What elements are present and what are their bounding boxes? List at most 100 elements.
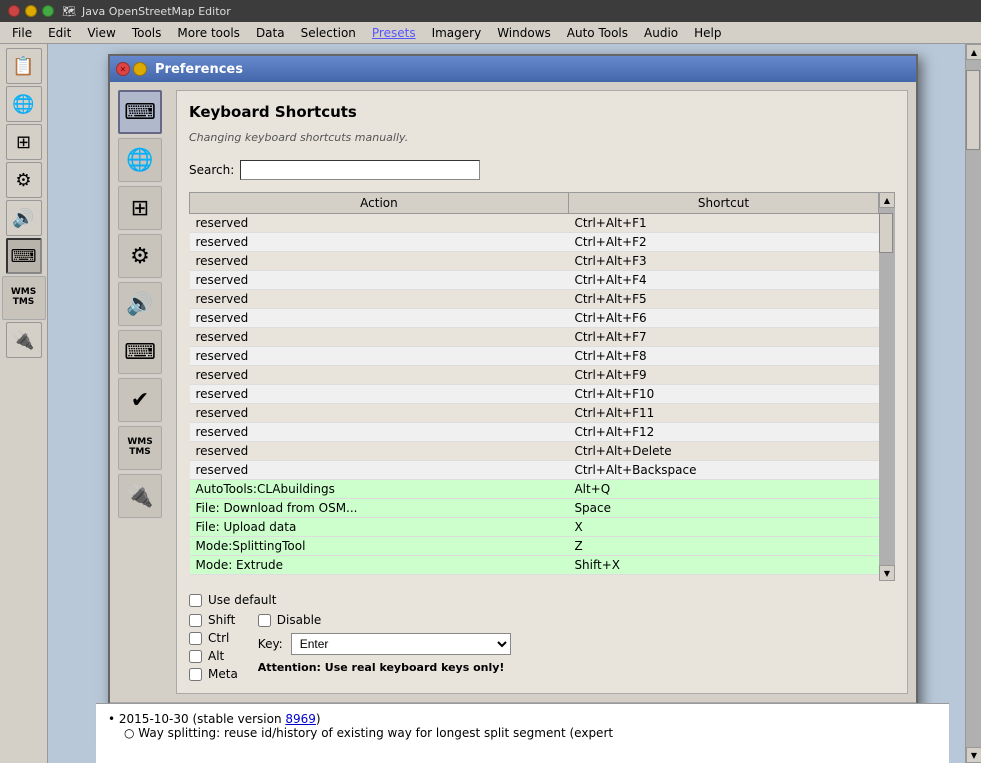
table-row[interactable]: reservedCtrl+Alt+F12 [190,423,879,442]
toolbar-btn-4[interactable]: ⚙ [6,162,42,198]
table-row[interactable]: reservedCtrl+Alt+Delete [190,442,879,461]
search-bar: Search: [189,160,895,180]
content-area: ✕ Preferences ⌨ 🌐 ⊞ ⚙ 🔊 ⌨ ✔ WMSTMS 🔌 [48,44,965,763]
window-close-btn[interactable] [8,5,20,17]
menu-auto-tools[interactable]: Auto Tools [559,24,636,42]
alt-row: Alt [189,649,238,663]
dlg-icon-check[interactable]: ✔ [118,378,162,422]
dlg-icon-wms[interactable]: WMSTMS [118,426,162,470]
action-cell: reserved [190,328,569,347]
table-row[interactable]: reservedCtrl+Alt+F6 [190,309,879,328]
menu-data[interactable]: Data [248,24,293,42]
scroll-thumb[interactable] [966,70,980,150]
table-row[interactable]: Mode:SplittingToolZ [190,537,879,556]
table-row[interactable]: reservedCtrl+Alt+F2 [190,233,879,252]
revision-link[interactable]: 8969 [285,712,316,726]
dlg-icon-plugin[interactable]: 🔌 [118,474,162,518]
shortcut-cell: Space [568,499,878,518]
table-row[interactable]: reservedCtrl+Alt+F10 [190,385,879,404]
table-row[interactable]: reservedCtrl+Alt+F3 [190,252,879,271]
table-row[interactable]: reservedCtrl+Alt+F5 [190,290,879,309]
shift-checkbox[interactable] [189,614,202,627]
table-row[interactable]: AutoTools:CLAbuildingsAlt+Q [190,480,879,499]
key-dropdown[interactable]: Enter [291,633,511,655]
dialog-min-btn[interactable] [133,62,147,76]
window-max-btn[interactable] [42,5,54,17]
search-input[interactable] [240,160,480,180]
bullet-1: • [108,712,119,726]
action-cell: reserved [190,461,569,480]
menu-imagery[interactable]: Imagery [424,24,490,42]
toolbar-btn-keyboard[interactable]: ⌨ [6,238,42,274]
scroll-up-btn[interactable]: ▲ [966,44,981,60]
dlg-icon-audio[interactable]: 🔊 [118,282,162,326]
table-row[interactable]: reservedCtrl+Alt+F1 [190,214,879,233]
toolbar-btn-3[interactable]: ⊞ [6,124,42,160]
action-cell: Mode:SplittingTool [190,537,569,556]
table-row[interactable]: File: Upload dataX [190,518,879,537]
dialog-title: Preferences [155,62,243,77]
table-scrollbar-track[interactable] [879,208,895,565]
table-scrollbar-thumb[interactable] [879,213,893,253]
toolbar-btn-1[interactable]: 📋 [6,48,42,84]
menu-presets[interactable]: Presets [364,24,424,42]
table-row[interactable]: reservedCtrl+Alt+F11 [190,404,879,423]
dlg-icon-network[interactable]: 🌐 [118,138,162,182]
toolbar-btn-plugin[interactable]: 🔌 [6,322,42,358]
changelog-item-1: • 2015-10-30 (stable version 8969) [108,712,937,726]
table-row[interactable]: reservedCtrl+Alt+F8 [190,347,879,366]
use-default-checkbox[interactable] [189,594,202,607]
shortcut-cell: Ctrl+Alt+F3 [568,252,878,271]
table-row[interactable]: Mode: ExtrudeShift+X [190,556,879,575]
attention-text: Attention: Use real keyboard keys only! [258,661,511,674]
disable-checkbox[interactable] [258,614,271,627]
menu-help[interactable]: Help [686,24,729,42]
title-bar: 🗺 Java OpenStreetMap Editor [0,0,981,22]
window-controls[interactable] [8,5,54,17]
menu-file[interactable]: File [4,24,40,42]
table-row[interactable]: File: Download from OSM...Space [190,499,879,518]
scroll-track[interactable] [966,60,981,747]
menu-view[interactable]: View [79,24,123,42]
table-scroll-down-btn[interactable]: ▼ [879,565,895,581]
col-action-header: Action [190,193,569,214]
dialog-title-bar: ✕ Preferences [110,56,916,82]
menu-edit[interactable]: Edit [40,24,79,42]
window-min-btn[interactable] [25,5,37,17]
shortcut-cell: Ctrl+Alt+F10 [568,385,878,404]
alt-checkbox[interactable] [189,650,202,663]
dialog-close-btn[interactable]: ✕ [116,62,130,76]
shortcut-cell: Ctrl+Alt+F12 [568,423,878,442]
table-row[interactable]: reservedCtrl+Alt+F7 [190,328,879,347]
table-scroll-up-btn[interactable]: ▲ [879,192,895,208]
ctrl-checkbox[interactable] [189,632,202,645]
scroll-down-btn[interactable]: ▼ [966,747,981,763]
action-cell: reserved [190,271,569,290]
toolbar-btn-5[interactable]: 🔊 [6,200,42,236]
menu-more-tools[interactable]: More tools [169,24,248,42]
dlg-icon-grid[interactable]: ⊞ [118,186,162,230]
table-row[interactable]: reservedCtrl+Alt+F9 [190,366,879,385]
table-row[interactable]: reservedCtrl+Alt+Backspace [190,461,879,480]
title-bar-icon: 🗺 [62,5,76,18]
ctrl-row: Ctrl [189,631,238,645]
right-scrollbar: ▲ ▼ [965,44,981,763]
dlg-icon-settings[interactable]: ⚙ [118,234,162,278]
shortcut-cell: Ctrl+Alt+F8 [568,347,878,366]
shortcut-cell: Z [568,537,878,556]
dlg-icon-keyboard2[interactable]: ⌨ [118,330,162,374]
menu-tools[interactable]: Tools [124,24,170,42]
menu-audio[interactable]: Audio [636,24,686,42]
meta-checkbox[interactable] [189,668,202,681]
dlg-icon-shortcuts[interactable]: ⌨ [118,90,162,134]
dialog-controls[interactable]: ✕ [116,62,147,76]
toolbar-btn-wms[interactable]: WMSTMS [2,276,46,320]
action-cell: reserved [190,347,569,366]
shortcuts-table: Action Shortcut reservedCtrl+Alt+F1reser… [189,192,879,575]
action-cell: AutoTools:CLAbuildings [190,480,569,499]
menu-selection[interactable]: Selection [293,24,364,42]
menu-windows[interactable]: Windows [489,24,559,42]
toolbar-btn-2[interactable]: 🌐 [6,86,42,122]
table-row[interactable]: reservedCtrl+Alt+F4 [190,271,879,290]
search-label: Search: [189,163,234,177]
